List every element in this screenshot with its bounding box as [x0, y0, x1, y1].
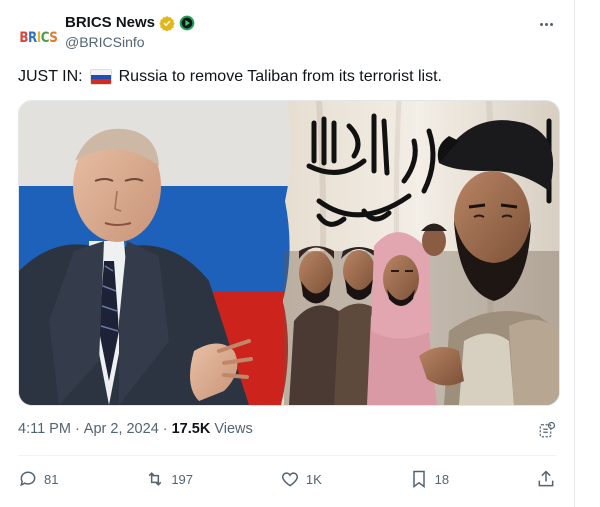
meta-separator-2: · [162, 421, 168, 437]
tweet-image[interactable] [18, 100, 560, 406]
bookmark-button[interactable]: 18 [409, 469, 449, 489]
views-count: 17.5K [171, 421, 211, 437]
tweet-text-prefix: JUST IN: [18, 68, 83, 85]
tweet-actions-bar: 81 197 1K 18 [18, 468, 556, 490]
community-notes-icon[interactable] [538, 421, 556, 439]
bookmark-count: 18 [434, 471, 450, 487]
more-options-icon[interactable] [536, 16, 556, 32]
meta-separator-1: · [74, 421, 80, 437]
tweet-card: BRICS BRICS News @BRICSinfo JUST IN: Rus… [0, 0, 575, 507]
like-count: 1K [305, 471, 322, 487]
avatar[interactable]: BRICS [18, 18, 58, 58]
repost-button[interactable]: 197 [145, 469, 193, 489]
verified-badge-icon [159, 15, 175, 31]
affiliate-badge-icon [179, 15, 195, 30]
author-display-name[interactable]: BRICS News [65, 14, 155, 31]
views-label: Views [214, 421, 253, 437]
heart-icon [281, 472, 298, 487]
like-button[interactable]: 1K [280, 469, 322, 489]
reply-icon [20, 471, 36, 487]
repost-icon [148, 472, 162, 486]
meta-divider [18, 455, 556, 456]
tweet-date[interactable]: Apr 2, 2024 [84, 421, 159, 437]
tweet-text-body: Russia to remove Taliban from its terror… [118, 68, 442, 85]
tweet-header: BRICS BRICS News @BRICSinfo [18, 12, 574, 52]
news-photo-composite [19, 101, 559, 405]
author-handle[interactable]: @BRICSinfo [65, 34, 145, 50]
tweet-time[interactable]: 4:11 PM [18, 421, 71, 437]
tweet-text: JUST IN: Russia to remove Taliban from i… [18, 66, 442, 88]
bookmark-icon [412, 470, 425, 488]
reply-count: 81 [44, 471, 59, 487]
share-button[interactable] [536, 469, 556, 489]
repost-count: 197 [171, 471, 194, 487]
share-icon [538, 470, 554, 487]
reply-button[interactable]: 81 [18, 469, 58, 489]
russia-flag-icon [89, 69, 112, 85]
brics-logo: BRICS [18, 30, 58, 46]
author-name-row: BRICS News [65, 14, 195, 31]
tweet-meta: 4:11 PM · Apr 2, 2024 · 17.5K Views [18, 421, 253, 437]
